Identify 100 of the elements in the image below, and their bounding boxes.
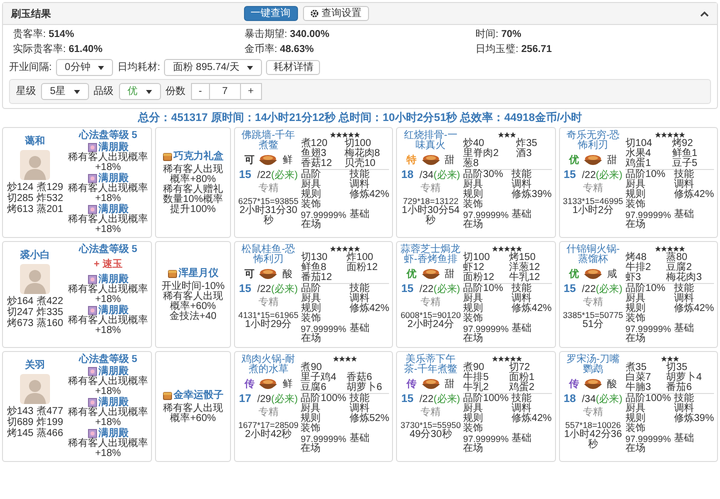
detail-text: 修炼39% xyxy=(674,414,714,424)
equipment-effect: 稀有客人出现概率+60% xyxy=(162,292,224,312)
square-gem-icon xyxy=(88,275,96,284)
mastery-label: 专精 xyxy=(258,297,278,309)
detail-text: 97.99999% xyxy=(463,434,509,444)
amber-name: 满朋殿 xyxy=(98,142,128,153)
detail-text: 规则 xyxy=(625,190,646,200)
requirement-text: 里子鸡4 xyxy=(300,373,338,383)
requirement-text: 烤48 xyxy=(625,253,648,263)
requirement-text: 胡萝卜6 xyxy=(346,383,384,393)
mastery-label: 专精 xyxy=(258,407,278,419)
avatar xyxy=(20,150,50,180)
detail-text: 厨具 xyxy=(625,294,646,304)
food-bowl-icon xyxy=(258,267,278,281)
portion-total: /22(必来) xyxy=(582,284,622,296)
amber-name: 满朋殿 xyxy=(98,173,128,184)
portion-total: /22(必来) xyxy=(257,284,298,296)
query-button[interactable]: 一键查询 xyxy=(244,6,298,21)
score-formula: 4131*15=61965 xyxy=(238,310,299,320)
detail-text: 品阶 xyxy=(300,170,322,180)
detail-text: 在场 xyxy=(625,334,646,344)
cook-time: 1小时42分36秒 xyxy=(563,430,623,450)
stat-text: 日均玉璧: 256.71 xyxy=(476,44,553,56)
requirement-text: 煮90 xyxy=(463,363,486,373)
detail-text: 规则 xyxy=(300,190,322,200)
detail-text: 装饰 xyxy=(300,314,322,324)
skill-stat: 炸335 xyxy=(36,307,64,318)
requirement-text: 里脊肉2 xyxy=(463,149,500,159)
box-icon xyxy=(168,269,176,278)
detail-text: 品阶10% xyxy=(463,284,504,294)
detail-text: 修炼42% xyxy=(674,304,714,314)
skill-stat: 蒸466 xyxy=(36,428,64,439)
increment-button[interactable]: + xyxy=(240,83,262,100)
skill-stat: 切285 xyxy=(6,193,34,204)
square-gem-icon xyxy=(88,306,96,315)
quality-grade: 可 xyxy=(244,154,254,167)
requirement-text: 切100 xyxy=(463,253,491,263)
square-gem-icon xyxy=(88,429,96,438)
detail-text: 装饰 xyxy=(625,314,646,324)
settings-button[interactable]: 查询设置 xyxy=(302,6,369,21)
requirement-text: 鲜鱼8 xyxy=(300,263,328,273)
count-field[interactable]: 7 xyxy=(210,83,240,100)
square-gem-icon xyxy=(88,398,96,407)
dropdown[interactable]: 5星 xyxy=(41,83,89,100)
decrement-button[interactable]: - xyxy=(190,83,210,100)
detail-text: 基础 xyxy=(349,324,370,334)
detail-text: 97.99999% xyxy=(300,210,346,220)
disk-level: 心法盘等级 5 xyxy=(78,244,138,256)
detail-text: 厨具 xyxy=(463,404,484,414)
mastery-label: 专精 xyxy=(420,183,441,195)
dropdown[interactable]: 优 xyxy=(118,83,161,100)
quality-grade: 优 xyxy=(406,268,417,281)
dropdown[interactable]: 面粉 895.74/天 xyxy=(164,59,262,76)
portion-count: 15 xyxy=(238,169,252,181)
detail-text: 调料 xyxy=(349,404,370,414)
skill-stat: 炒124 xyxy=(6,182,34,193)
skill-stat: 煮477 xyxy=(36,406,64,417)
requirement-text: 煮90 xyxy=(300,363,322,373)
recipe-title: 奇乐无穷-恐怖利刃 xyxy=(565,131,621,151)
recipe-title: 鸡肉火锅-耐煮的水草 xyxy=(240,355,296,375)
detail-text: 97.99999% xyxy=(625,210,671,220)
skill-stat: 煮129 xyxy=(36,182,64,193)
square-gem-icon xyxy=(88,174,96,183)
requirement-text: 虾12 xyxy=(463,263,486,273)
detail-text: 97.99999% xyxy=(300,434,346,444)
field-label: 开业间隔: xyxy=(9,62,52,73)
settings-icon xyxy=(310,9,319,18)
skill-stat: 炸199 xyxy=(36,417,64,428)
equipment-effect: 稀有客人赠礼数量10%概率提升100% xyxy=(162,184,224,214)
avatar xyxy=(20,374,50,404)
skill-stat: 烤613 xyxy=(6,204,34,215)
requirement-text: 酒3 xyxy=(516,149,533,159)
requirement-text: 切35 xyxy=(666,363,688,373)
recipe-title: 松鼠桂鱼-恐怖利刃 xyxy=(240,245,296,265)
skill-stat: 烤673 xyxy=(6,318,34,329)
detail-text: 厨具 xyxy=(300,180,322,190)
food-bowl-icon xyxy=(583,267,604,281)
detail-text: 在场 xyxy=(625,444,646,454)
materials-button[interactable]: 耗材详情 xyxy=(266,60,320,75)
detail-text: 调料 xyxy=(512,180,532,190)
bonus-text: + 速玉 xyxy=(94,258,122,272)
amber-name: 满朋殿 xyxy=(98,305,128,316)
stat-text: 暴击期望: 340.00% xyxy=(244,29,330,41)
requirement-text: 牛乳12 xyxy=(508,273,541,283)
detail-text: 在场 xyxy=(463,444,484,454)
disk-level: 心法盘等级 5 xyxy=(78,130,138,142)
detail-text: 97.99999% xyxy=(463,324,509,334)
score-formula: 3730*15=55950 xyxy=(400,420,461,430)
detail-text: 厨具 xyxy=(300,294,322,304)
portion-count: 18 xyxy=(401,169,414,181)
equipment-name: 浑星月仪 xyxy=(178,268,218,280)
box-icon xyxy=(162,391,172,400)
requirement-text: 切104 xyxy=(625,139,654,149)
quality-grade: 优 xyxy=(569,154,580,167)
skill-stat: 煮422 xyxy=(36,296,64,307)
requirement-text: 切130 xyxy=(300,253,328,263)
dropdown[interactable]: 0分钟 xyxy=(56,59,114,76)
recipe-title: 佛跳墙-千年煮鳖 xyxy=(240,131,296,151)
equipment-effect: 稀有客人出现概率+60% xyxy=(162,404,224,424)
score-formula: 557*18=10026 xyxy=(565,420,621,430)
